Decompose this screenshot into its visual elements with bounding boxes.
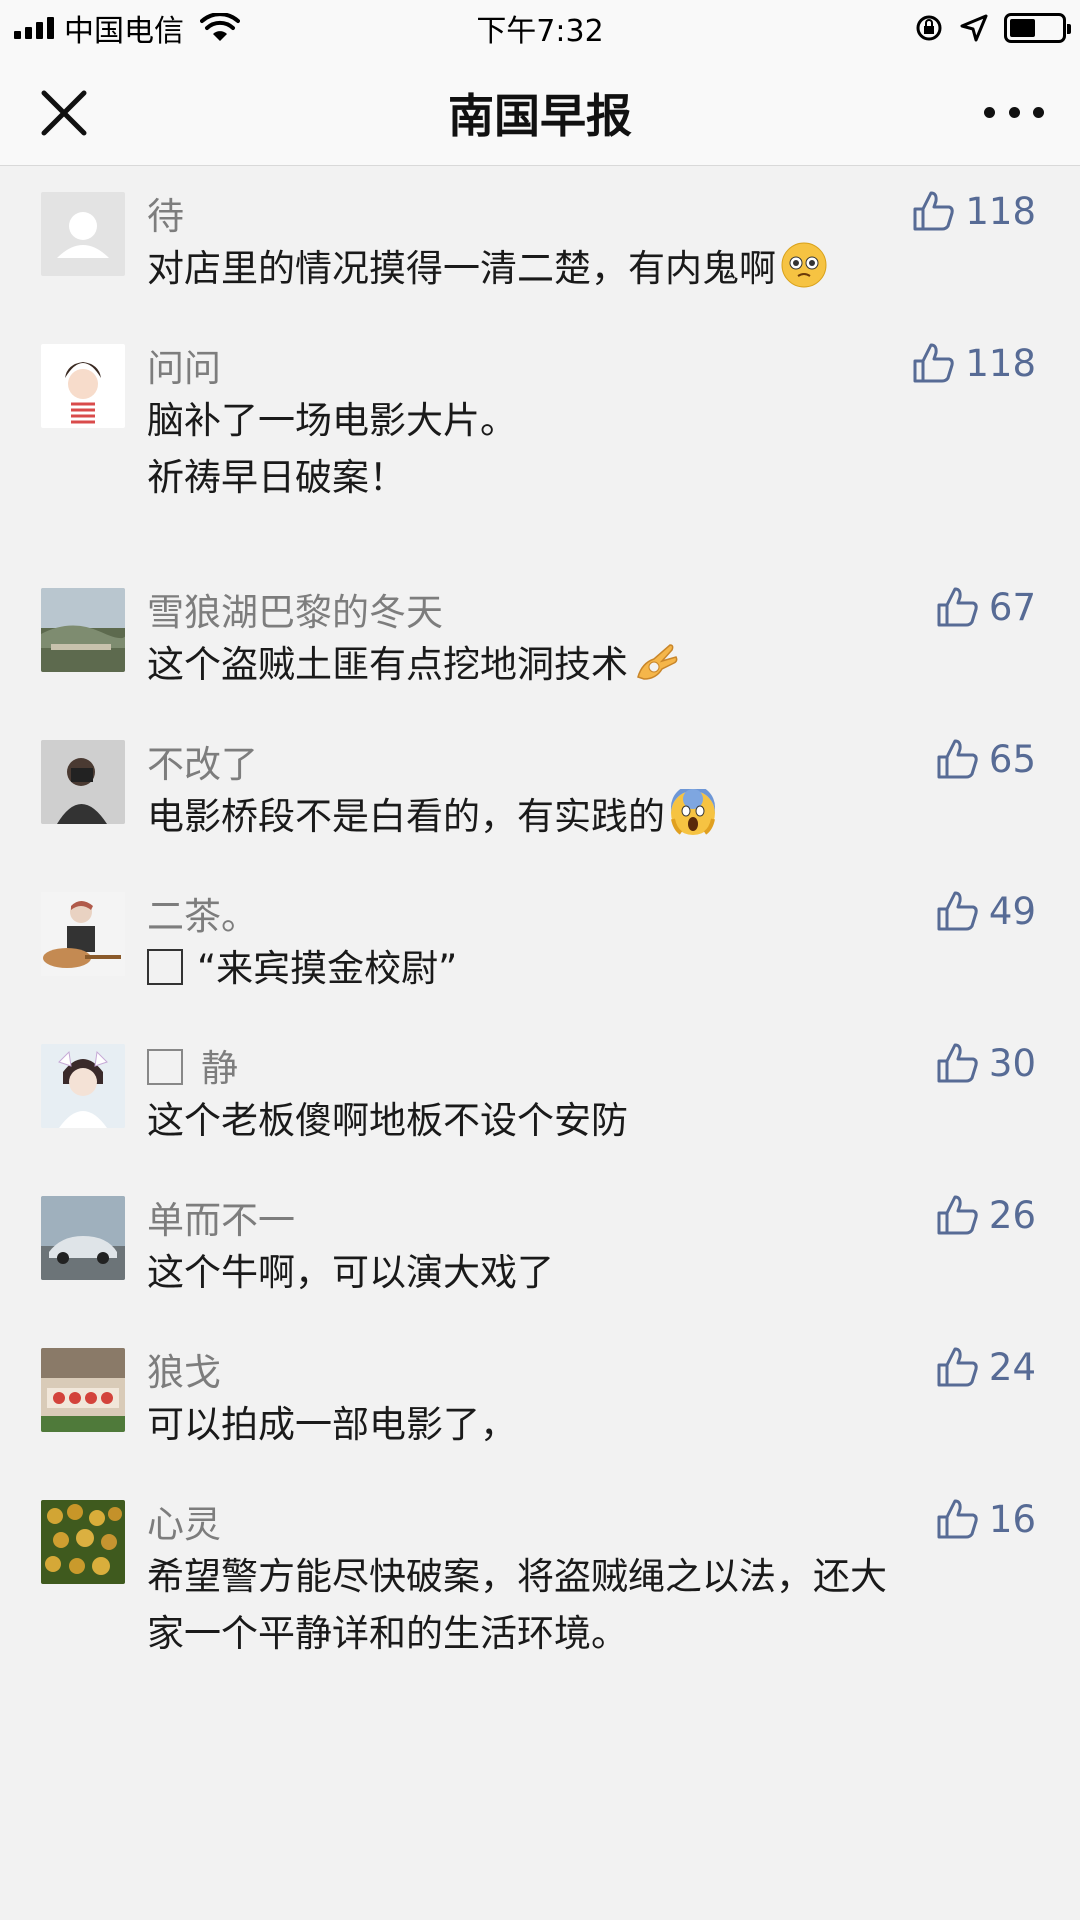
- avatar[interactable]: [41, 1044, 125, 1128]
- like-button[interactable]: 118: [911, 338, 1036, 388]
- status-right: [914, 8, 1071, 48]
- commenter-name[interactable]: 单而不一: [147, 1190, 295, 1244]
- thumbs-up-icon: [937, 1499, 978, 1539]
- comment-text: 这个盗贼土匪有点挖地洞技术: [147, 636, 1027, 693]
- status-bar: 中国电信 下午7:32: [0, 0, 1080, 55]
- avatar[interactable]: [41, 892, 125, 976]
- nav-bar: 南国早报: [0, 55, 1080, 166]
- thumbs-up-icon: [937, 587, 978, 627]
- avatar[interactable]: [41, 740, 125, 824]
- commenter-name[interactable]: 雪狼湖巴黎的冬天: [147, 582, 443, 636]
- page-title: 南国早报: [448, 89, 632, 143]
- like-count: 118: [965, 189, 1036, 233]
- thumbs-up-icon: [937, 1347, 978, 1387]
- thumbs-up-icon: [913, 191, 955, 231]
- missing-glyph-box-icon: [147, 949, 183, 985]
- like-count: 16: [988, 1497, 1036, 1541]
- comment-text: 这个老板傻啊地板不设个安防: [147, 1099, 628, 1142]
- battery-icon: [1004, 13, 1071, 43]
- avatar[interactable]: [41, 1500, 125, 1584]
- thumbs-up-icon: [913, 343, 955, 383]
- comment-text: 电影桥段不是白看的，有实践的: [147, 788, 1027, 845]
- like-button[interactable]: 30: [935, 1038, 1036, 1088]
- like-button[interactable]: 24: [935, 1342, 1036, 1392]
- comment-text: 希望警方能尽快破案，将盗贼绳之以法，还大 家一个平静详和的生活环境。: [147, 1555, 887, 1655]
- like-count: 118: [965, 341, 1036, 385]
- pleading-face-emoji-icon: [781, 242, 827, 288]
- ok-hand-emoji-icon: [637, 644, 678, 680]
- thumbs-up-icon: [937, 739, 978, 779]
- thumbs-up-icon: [937, 1195, 978, 1235]
- commenter-name[interactable]: 待: [147, 186, 184, 240]
- like-count: 49: [988, 889, 1036, 933]
- avatar[interactable]: [41, 192, 125, 276]
- like-button[interactable]: 26: [935, 1190, 1036, 1240]
- commenter-name[interactable]: 心灵: [147, 1494, 221, 1548]
- avatar[interactable]: [41, 1196, 125, 1280]
- avatar[interactable]: [41, 588, 125, 672]
- avatar[interactable]: [41, 1348, 125, 1432]
- missing-glyph-box-icon: [147, 1049, 183, 1085]
- like-button[interactable]: 118: [911, 186, 1036, 236]
- commenter-name[interactable]: 问问: [147, 338, 221, 392]
- comment-text: 脑补了一场电影大片。 祈祷早日破案！: [147, 399, 517, 499]
- like-button[interactable]: 16: [935, 1494, 1036, 1544]
- like-count: 26: [988, 1193, 1036, 1237]
- commenter-name[interactable]: 狼戈: [147, 1342, 221, 1396]
- like-button[interactable]: 49: [935, 886, 1036, 936]
- avatar[interactable]: [41, 344, 125, 428]
- like-count: 30: [988, 1041, 1036, 1085]
- orientation-lock-icon: [916, 15, 942, 41]
- comment-text: “来宾摸金校尉”: [147, 940, 1027, 997]
- comment-text: 这个牛啊，可以演大戏了: [147, 1251, 554, 1294]
- comment-text: 对店里的情况摸得一清二楚，有内鬼啊: [147, 240, 1027, 297]
- like-count: 65: [988, 737, 1036, 781]
- like-count: 67: [988, 585, 1036, 629]
- like-count: 24: [988, 1345, 1036, 1389]
- thumbs-up-icon: [937, 1043, 978, 1083]
- screaming-face-emoji-icon: [671, 789, 715, 835]
- commenter-name[interactable]: 二茶。: [147, 886, 258, 940]
- commenter-name[interactable]: 不改了: [147, 734, 258, 788]
- commenter-name[interactable]: 静: [147, 1038, 238, 1092]
- more-options-icon[interactable]: [984, 97, 1044, 127]
- like-button[interactable]: 65: [935, 734, 1036, 784]
- location-icon: [960, 14, 988, 42]
- comment-text: 可以拍成一部电影了，: [147, 1403, 517, 1446]
- like-button[interactable]: 67: [935, 582, 1036, 632]
- thumbs-up-icon: [937, 891, 978, 931]
